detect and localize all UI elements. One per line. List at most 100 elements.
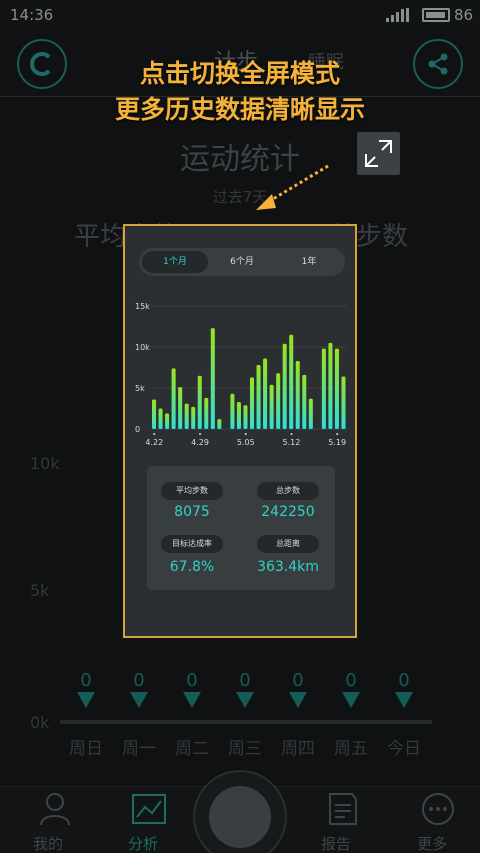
goal-rate-value: 67.8%: [169, 559, 215, 575]
chart-baseline: [60, 720, 432, 724]
y-axis-label: 5k: [30, 581, 50, 600]
period-tabs: 1个月 6个月 1年: [139, 248, 345, 276]
runner-logo-icon: [209, 786, 271, 848]
nav-label: 更多: [416, 835, 447, 853]
chart-bar: [152, 399, 157, 429]
chart-bar: [321, 348, 326, 429]
bar-marker: [342, 692, 360, 708]
y-axis-label: 0k: [30, 713, 50, 732]
y-axis-label: 10k: [30, 454, 60, 473]
nav-label: 我的: [32, 835, 63, 853]
steps-bar-chart: 15k 10k 5k 0 4.22 4.29 5.05 5.12 5.19: [135, 302, 347, 447]
chart-bar: [197, 375, 202, 429]
day-label: 周日: [69, 739, 103, 759]
day-value: 0: [398, 670, 410, 691]
day-label: 周五: [334, 739, 368, 759]
chart-bar: [302, 374, 307, 429]
section-title: 运动统计: [180, 142, 300, 177]
start-run-button[interactable]: [193, 770, 287, 853]
chart-bar: [158, 408, 163, 429]
total-steps-value: 242250: [261, 504, 315, 520]
x-tick-label: 5.12: [283, 438, 301, 447]
fullscreen-hint: 点击切换全屏模式 更多历史数据清晰显示: [0, 56, 480, 128]
chart-bar: [230, 393, 235, 429]
tab-1-month[interactable]: 1个月: [142, 251, 208, 273]
chart-bar: [276, 373, 281, 429]
hint-line-1: 点击切换全屏模式: [139, 59, 340, 88]
chart-bar: [210, 328, 215, 429]
chart-bar: [184, 403, 189, 429]
battery-icon: [422, 8, 450, 22]
day-label: 周二: [175, 739, 209, 759]
report-icon: [328, 793, 357, 825]
y-tick-label: 10k: [135, 343, 150, 352]
bar-marker: [395, 692, 413, 708]
nav-label: 报告: [320, 835, 351, 853]
user-icon: [39, 793, 70, 826]
day-value: 0: [345, 670, 357, 691]
chart-bar: [256, 365, 261, 429]
day-label: 周三: [228, 739, 262, 759]
nav-item-report[interactable]: 报告: [306, 791, 366, 853]
bar-marker: [130, 692, 148, 708]
chart-bar: [204, 397, 209, 429]
tab-1-year[interactable]: 1年: [276, 251, 342, 273]
signal-icon: [386, 8, 409, 22]
chart-bar: [328, 342, 333, 429]
pointer-arrow-icon: [256, 164, 329, 210]
x-tick-mark: [244, 433, 247, 435]
chart-line-icon: [132, 794, 166, 824]
chart-bar: [282, 343, 287, 429]
x-tick-mark: [199, 433, 201, 435]
x-tick-mark: [153, 433, 156, 435]
bar-marker: [77, 692, 95, 708]
day-value: 0: [239, 670, 251, 691]
chart-bar: [269, 384, 274, 429]
x-tick-label: 5.05: [237, 438, 255, 447]
day-value: 0: [133, 670, 145, 691]
chart-bar: [165, 413, 170, 429]
bar-marker: [183, 692, 201, 708]
chart-bar: [171, 368, 176, 429]
nav-label: 分析: [127, 835, 158, 853]
distance-pill: 总距离: [257, 535, 319, 553]
chart-bar: [191, 406, 196, 429]
section-subtitle: 过去7天: [212, 188, 268, 206]
x-tick-label: 4.22: [145, 438, 163, 447]
x-tick-mark: [290, 433, 293, 435]
goal-rate-pill: 目标达成率: [161, 535, 223, 553]
nav-item-more[interactable]: 更多: [402, 791, 462, 853]
fullscreen-icon: [365, 140, 392, 167]
status-bar: 14:36 86: [0, 0, 480, 30]
hint-line-2: 更多历史数据清晰显示: [114, 95, 365, 124]
avg-steps-value: 8075: [174, 504, 210, 520]
nav-item-analysis[interactable]: 分析: [113, 791, 173, 853]
status-time: 14:36: [10, 6, 54, 24]
chart-bar: [295, 360, 300, 429]
y-tick-label: 0: [135, 425, 140, 434]
day-value: 0: [292, 670, 304, 691]
chart-bar: [289, 334, 294, 429]
day-label: 周一: [122, 739, 156, 759]
fullscreen-button[interactable]: [357, 132, 400, 175]
bar-marker: [289, 692, 307, 708]
bar-marker: [236, 692, 254, 708]
tab-6-months[interactable]: 6个月: [209, 251, 275, 273]
x-tick-label: 4.29: [191, 438, 209, 447]
battery-level: 86: [454, 6, 474, 24]
chart-bar: [178, 387, 183, 429]
nav-item-me[interactable]: 我的: [18, 791, 78, 853]
day-label: 今日: [387, 739, 421, 759]
x-tick-mark: [336, 433, 339, 435]
chart-bar: [243, 405, 248, 429]
chart-bar: [308, 398, 313, 429]
chart-bar: [334, 348, 339, 429]
day-label: 周四: [281, 739, 315, 759]
chart-bar: [250, 377, 255, 429]
y-tick-label: 15k: [135, 302, 150, 311]
day-value: 0: [186, 670, 198, 691]
distance-value: 363.4km: [257, 559, 319, 575]
chart-bar: [263, 358, 268, 429]
day-value: 0: [80, 670, 92, 691]
stats-panel: 平均步数 8075 总步数 242250 目标达成率 67.8% 总距离 363…: [147, 466, 335, 590]
